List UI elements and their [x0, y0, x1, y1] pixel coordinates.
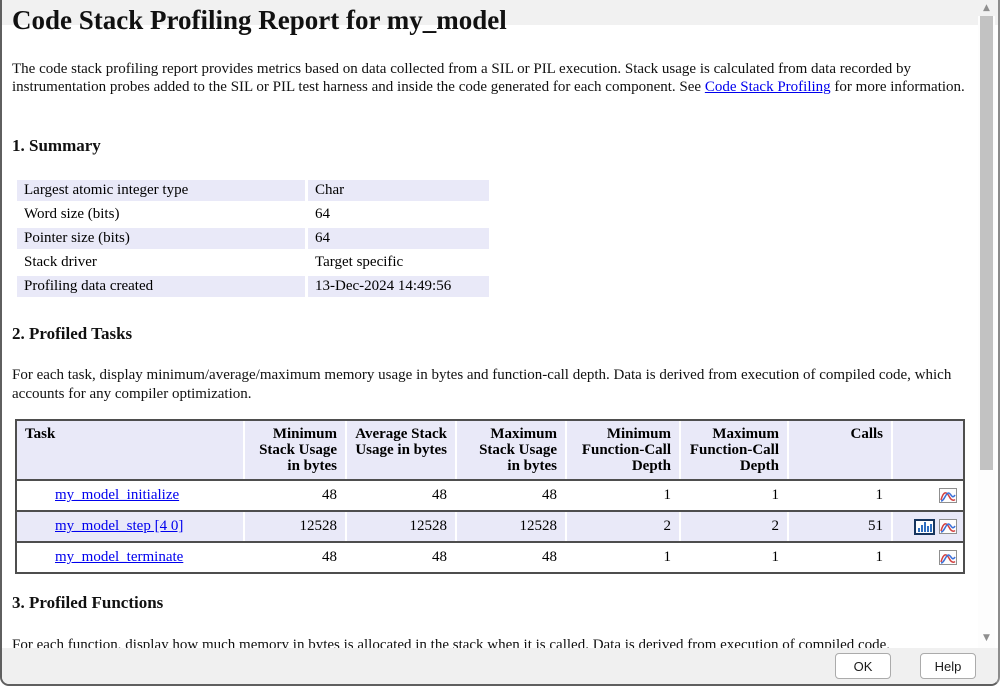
summary-value: Target specific [308, 252, 489, 273]
summary-label: Word size (bits) [17, 204, 305, 225]
table-row-my-model-initialize: my_model_initialize 48 48 48 1 1 1 [17, 479, 963, 510]
column-header-max-stack: Maximum Stack Usage in bytes [455, 421, 565, 479]
max-stack-cell: 12528 [455, 512, 565, 541]
intro-paragraph: The code stack profiling report provides… [12, 60, 970, 96]
scroll-down-arrow-icon[interactable]: ▼ [978, 630, 995, 646]
functions-heading: 3. Profiled Functions [12, 593, 163, 613]
summary-value: 13-Dec-2024 14:49:56 [308, 276, 489, 297]
column-header-calls: Calls [787, 421, 891, 479]
summary-row: Stack driver Target specific [17, 252, 489, 273]
min-stack-cell: 48 [243, 543, 345, 572]
chart-icons-cell [891, 481, 963, 510]
min-stack-cell: 12528 [243, 512, 345, 541]
column-header-task: Task [17, 421, 243, 479]
max-depth-cell: 2 [679, 512, 787, 541]
max-depth-cell: 1 [679, 481, 787, 510]
column-header-avg-stack: Average Stack Usage in bytes [345, 421, 455, 479]
chart-icons-cell [891, 543, 963, 572]
summary-row: Word size (bits) 64 [17, 204, 489, 225]
summary-heading: 1. Summary [12, 136, 101, 156]
max-stack-cell: 48 [455, 481, 565, 510]
calls-cell: 1 [787, 481, 891, 510]
max-depth-cell: 1 [679, 543, 787, 572]
summary-table: Largest atomic integer type Char Word si… [17, 180, 489, 300]
summary-row: Largest atomic integer type Char [17, 180, 489, 201]
column-header-min-stack: Minimum Stack Usage in bytes [243, 421, 345, 479]
code-stack-profiling-link[interactable]: Code Stack Profiling [705, 79, 831, 95]
task-name-cell: my_model_step [4 0] [17, 512, 243, 541]
intro-text-after: for more information. [831, 79, 965, 95]
task-name-cell: my_model_initialize [17, 481, 243, 510]
calls-cell: 1 [787, 543, 891, 572]
min-stack-cell: 48 [243, 481, 345, 510]
table-row-my-model-terminate: my_model_terminate 48 48 48 1 1 1 [17, 541, 963, 572]
line-chart-icon[interactable] [939, 488, 957, 503]
tasks-description: For each task, display minimum/average/m… [12, 366, 970, 404]
avg-stack-cell: 48 [345, 543, 455, 572]
summary-label: Profiling data created [17, 276, 305, 297]
calls-cell: 51 [787, 512, 891, 541]
scrollbar-thumb[interactable] [980, 16, 993, 470]
tasks-table: Task Minimum Stack Usage in bytes Averag… [15, 419, 965, 574]
report-dialog-window: Code Stack Profiling Report for my_model… [0, 0, 1000, 686]
page-title: Code Stack Profiling Report for my_model [12, 5, 507, 36]
max-stack-cell: 48 [455, 543, 565, 572]
tasks-heading: 2. Profiled Tasks [12, 324, 132, 344]
column-header-max-depth: Maximum Function-Call Depth [679, 421, 787, 479]
table-row-my-model-step: my_model_step [4 0] 12528 12528 12528 2 … [17, 510, 963, 541]
summary-label: Stack driver [17, 252, 305, 273]
bar-chart-icon[interactable] [914, 519, 935, 535]
line-chart-icon[interactable] [939, 519, 957, 534]
column-header-min-depth: Minimum Function-Call Depth [565, 421, 679, 479]
summary-label: Pointer size (bits) [17, 228, 305, 249]
summary-value: 64 [308, 228, 489, 249]
task-link[interactable]: my_model_terminate [55, 549, 183, 566]
task-name-cell: my_model_terminate [17, 543, 243, 572]
min-depth-cell: 2 [565, 512, 679, 541]
summary-row: Pointer size (bits) 64 [17, 228, 489, 249]
summary-row: Profiling data created 13-Dec-2024 14:49… [17, 276, 489, 297]
avg-stack-cell: 48 [345, 481, 455, 510]
help-button[interactable]: Help [920, 653, 976, 679]
task-link[interactable]: my_model_initialize [55, 487, 179, 504]
summary-value: 64 [308, 204, 489, 225]
summary-value: Char [308, 180, 489, 201]
summary-label: Largest atomic integer type [17, 180, 305, 201]
avg-stack-cell: 12528 [345, 512, 455, 541]
vertical-scrollbar[interactable]: ▲ ▼ [978, 0, 995, 650]
tasks-table-header-row: Task Minimum Stack Usage in bytes Averag… [17, 421, 963, 479]
task-link[interactable]: my_model_step [4 0] [55, 518, 183, 535]
min-depth-cell: 1 [565, 543, 679, 572]
column-header-charts [891, 421, 963, 479]
chart-icons-cell [891, 512, 963, 541]
dialog-footer: OK Help [2, 648, 998, 684]
line-chart-icon[interactable] [939, 550, 957, 565]
scroll-up-arrow-icon[interactable]: ▲ [978, 0, 995, 16]
min-depth-cell: 1 [565, 481, 679, 510]
ok-button[interactable]: OK [835, 653, 891, 679]
